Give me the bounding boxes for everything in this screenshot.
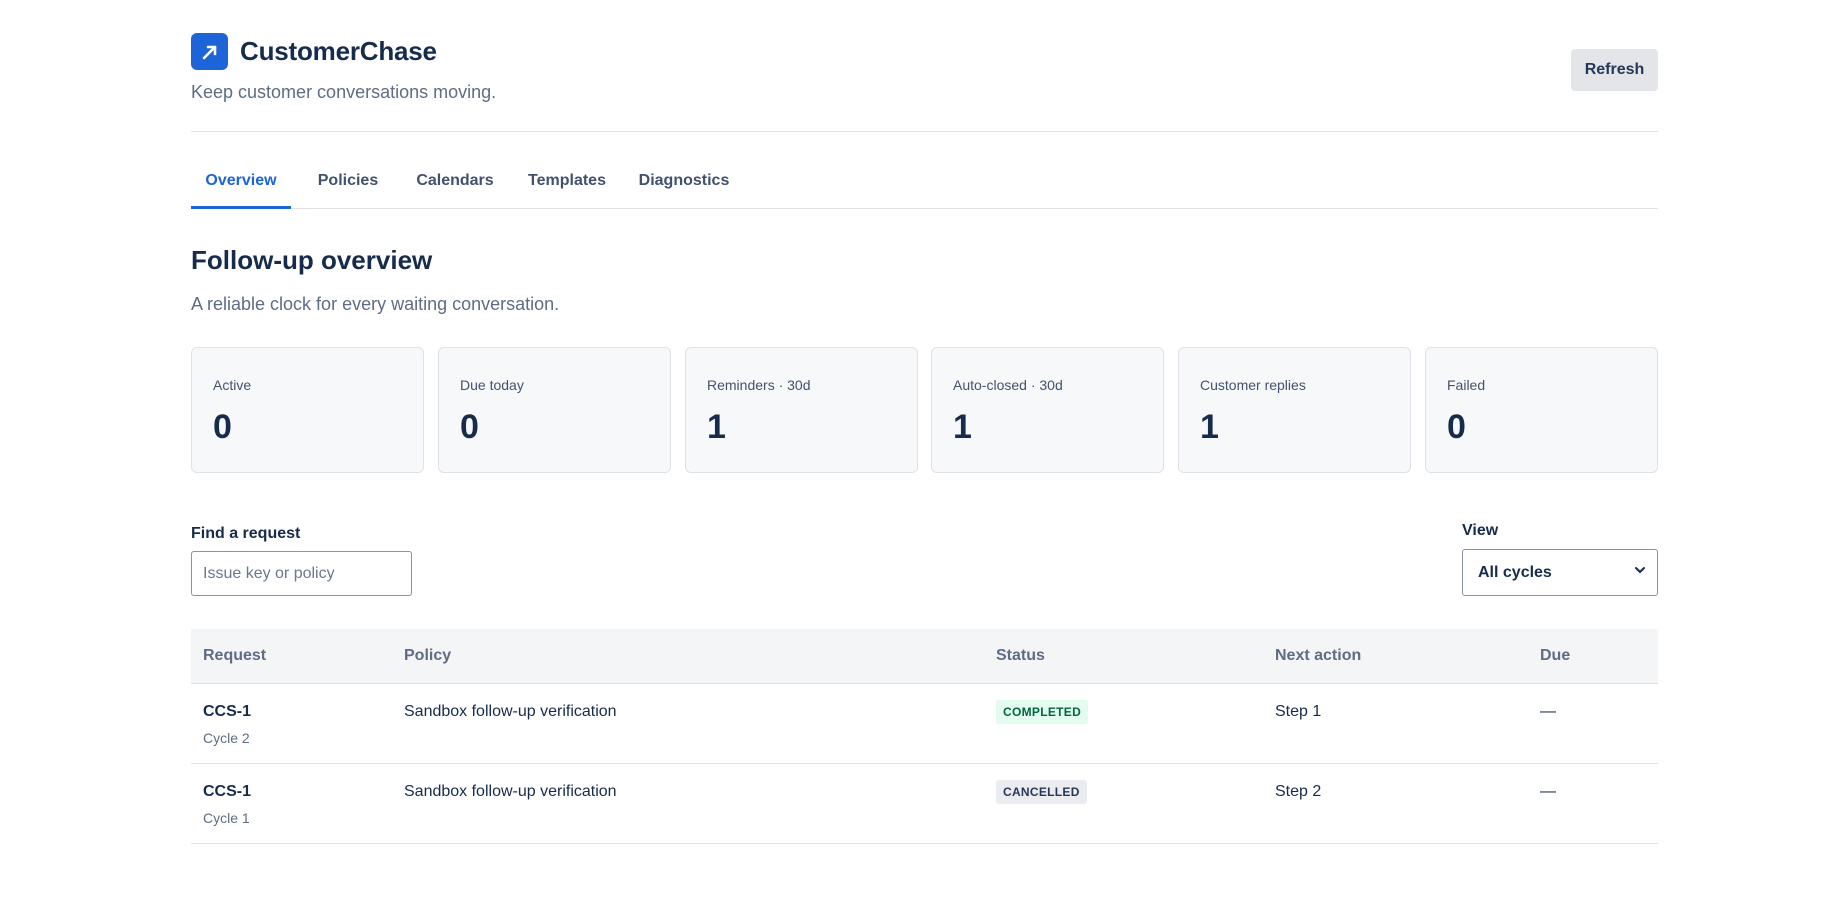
request-cycle: Cycle 2 bbox=[203, 730, 250, 746]
view-label: View bbox=[1462, 522, 1499, 539]
find-request-label: Find a request bbox=[191, 525, 301, 542]
request-policy: Sandbox follow-up verification bbox=[404, 783, 617, 800]
tab-overview[interactable]: Overview bbox=[191, 160, 291, 209]
stat-card-customer-replies: Customer replies 1 bbox=[1178, 347, 1411, 473]
tab-bar: Overview Policies Calendars Templates Di… bbox=[191, 160, 1658, 209]
stat-cards: Active 0 Due today 0 Reminders · 30d 1 A… bbox=[191, 347, 1658, 473]
requests-table: Request Policy Status Next action Due CC… bbox=[191, 629, 1658, 844]
stat-value: 1 bbox=[953, 408, 972, 446]
refresh-button[interactable]: Refresh bbox=[1571, 49, 1658, 91]
app-header: CustomerChase Keep customer conversation… bbox=[191, 0, 1658, 132]
stat-value: 1 bbox=[707, 408, 726, 446]
app-tagline: Keep customer conversations moving. bbox=[191, 82, 497, 102]
stat-value: 1 bbox=[1200, 408, 1219, 446]
stat-card-auto-closed: Auto-closed · 30d 1 bbox=[931, 347, 1164, 473]
stat-card-failed: Failed 0 bbox=[1425, 347, 1658, 473]
request-policy: Sandbox follow-up verification bbox=[404, 703, 617, 720]
stat-value: 0 bbox=[213, 408, 232, 446]
request-cycle: Cycle 1 bbox=[203, 810, 250, 826]
table-row[interactable]: CCS-1 Cycle 2 Sandbox follow-up verifica… bbox=[191, 684, 1658, 764]
app-name: CustomerChase bbox=[240, 36, 437, 66]
request-key[interactable]: CCS-1 bbox=[203, 783, 251, 801]
page-subtitle: A reliable clock for every waiting conve… bbox=[191, 294, 560, 314]
due-value: — bbox=[1540, 783, 1556, 800]
view-selected-value: All cycles bbox=[1478, 563, 1552, 581]
page: CustomerChase Keep customer conversation… bbox=[0, 0, 1840, 900]
main-container: CustomerChase Keep customer conversation… bbox=[191, 0, 1658, 844]
stat-card-due-today: Due today 0 bbox=[438, 347, 671, 473]
view-select[interactable]: All cycles bbox=[1462, 549, 1658, 596]
arrow-up-right-icon bbox=[191, 33, 228, 70]
column-header-status[interactable]: Status bbox=[996, 647, 1045, 665]
brand: CustomerChase bbox=[191, 33, 437, 70]
table-row[interactable]: CCS-1 Cycle 1 Sandbox follow-up verifica… bbox=[191, 764, 1658, 844]
tab-policies[interactable]: Policies bbox=[304, 160, 392, 209]
stat-label: Customer replies bbox=[1200, 377, 1306, 393]
stat-label: Due today bbox=[460, 377, 524, 393]
stat-label: Auto-closed · 30d bbox=[953, 377, 1063, 393]
next-action: Step 1 bbox=[1275, 703, 1322, 720]
column-header-due[interactable]: Due bbox=[1540, 647, 1570, 665]
next-action: Step 2 bbox=[1275, 783, 1322, 800]
find-request-input[interactable] bbox=[191, 551, 412, 596]
stat-label: Active bbox=[213, 377, 252, 393]
column-header-policy[interactable]: Policy bbox=[404, 647, 451, 665]
tab-templates[interactable]: Templates bbox=[515, 160, 619, 209]
stat-value: 0 bbox=[460, 408, 479, 446]
stat-value: 0 bbox=[1447, 408, 1466, 446]
due-value: — bbox=[1540, 703, 1556, 720]
stat-label: Failed bbox=[1447, 377, 1486, 393]
stat-card-reminders: Reminders · 30d 1 bbox=[685, 347, 918, 473]
chevron-down-icon bbox=[1633, 563, 1647, 582]
status-badge: CANCELLED bbox=[996, 780, 1087, 804]
tab-calendars[interactable]: Calendars bbox=[405, 160, 505, 209]
page-title: Follow-up overview bbox=[191, 245, 433, 275]
status-badge: COMPLETED bbox=[996, 700, 1089, 724]
tab-diagnostics[interactable]: Diagnostics bbox=[625, 160, 743, 209]
stat-card-active: Active 0 bbox=[191, 347, 424, 473]
column-header-request[interactable]: Request bbox=[203, 647, 266, 665]
request-key[interactable]: CCS-1 bbox=[203, 703, 251, 721]
table-header: Request Policy Status Next action Due bbox=[191, 629, 1658, 684]
column-header-next-action[interactable]: Next action bbox=[1275, 647, 1361, 665]
stat-label: Reminders · 30d bbox=[707, 377, 811, 393]
